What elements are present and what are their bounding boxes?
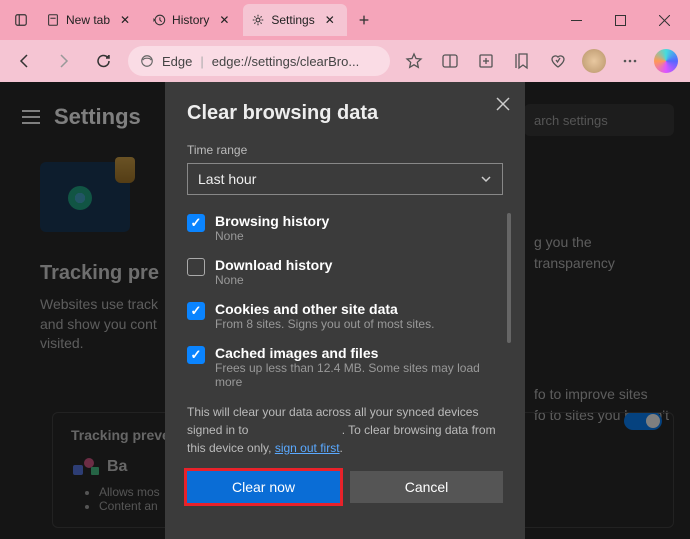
chevron-down-icon xyxy=(480,173,492,185)
copilot-button[interactable] xyxy=(650,45,682,77)
copilot-icon xyxy=(654,49,678,73)
minimize-button[interactable] xyxy=(554,4,598,36)
document-icon xyxy=(46,13,60,27)
window-close-button[interactable] xyxy=(642,4,686,36)
addressbar: Edge | edge://settings/clearBro... xyxy=(0,40,690,82)
time-range-label: Time range xyxy=(187,143,503,157)
new-tab-button[interactable] xyxy=(349,5,379,35)
time-range-select[interactable]: Last hour xyxy=(187,163,503,195)
dialog-title: Clear browsing data xyxy=(187,102,503,125)
address-input[interactable]: Edge | edge://settings/clearBro... xyxy=(128,46,390,76)
edge-icon xyxy=(140,54,154,68)
back-button[interactable] xyxy=(8,45,40,77)
checkbox-download-history[interactable] xyxy=(187,258,205,276)
tab-label: History xyxy=(172,13,209,27)
more-button[interactable] xyxy=(614,45,646,77)
check-title: Cached images and files xyxy=(215,345,503,361)
url-brand: Edge xyxy=(162,54,192,69)
tab-actions-button[interactable] xyxy=(4,4,38,36)
tab-settings[interactable]: Settings ✕ xyxy=(243,4,346,36)
forward-button[interactable] xyxy=(48,45,80,77)
favorite-button[interactable] xyxy=(398,45,430,77)
sync-notice: This will clear your data across all you… xyxy=(187,403,503,457)
checkbox-browsing-history[interactable] xyxy=(187,214,205,232)
cancel-button[interactable]: Cancel xyxy=(350,471,503,503)
check-sub: Frees up less than 12.4 MB. Some sites m… xyxy=(215,361,503,389)
tab-newtab[interactable]: New tab ✕ xyxy=(38,4,142,36)
check-sub: From 8 sites. Signs you out of most site… xyxy=(215,317,434,331)
check-title: Cookies and other site data xyxy=(215,301,434,317)
heart-button[interactable] xyxy=(542,45,574,77)
titlebar: New tab ✕ History ✕ Settings ✕ xyxy=(0,0,690,40)
tab-label: Settings xyxy=(271,13,314,27)
tab-label: New tab xyxy=(66,13,110,27)
check-title: Download history xyxy=(215,257,332,273)
sign-out-link[interactable]: sign out first xyxy=(275,441,340,455)
close-icon[interactable]: ✕ xyxy=(116,11,134,29)
check-sub: None xyxy=(215,229,329,243)
scrollbar[interactable] xyxy=(507,213,511,343)
close-icon[interactable]: ✕ xyxy=(321,11,339,29)
clear-now-button[interactable]: Clear now xyxy=(187,471,340,503)
url-text: edge://settings/clearBro... xyxy=(212,54,359,69)
refresh-button[interactable] xyxy=(88,45,120,77)
checkbox-cookies[interactable] xyxy=(187,302,205,320)
settings-page: Settings arch settings Tracking pre Webs… xyxy=(0,82,690,539)
select-value: Last hour xyxy=(198,171,256,187)
profile-button[interactable] xyxy=(578,45,610,77)
split-button[interactable] xyxy=(434,45,466,77)
check-title: Browsing history xyxy=(215,213,329,229)
maximize-button[interactable] xyxy=(598,4,642,36)
dialog-close-button[interactable] xyxy=(491,92,515,116)
clear-browsing-data-dialog: Clear browsing data Time range Last hour… xyxy=(165,82,525,539)
tab-history[interactable]: History ✕ xyxy=(144,4,241,36)
check-sub: None xyxy=(215,273,332,287)
checkbox-cached[interactable] xyxy=(187,346,205,364)
gear-icon xyxy=(251,13,265,27)
collections-button[interactable] xyxy=(470,45,502,77)
favorites-list-button[interactable] xyxy=(506,45,538,77)
close-icon[interactable]: ✕ xyxy=(215,11,233,29)
avatar xyxy=(582,49,606,73)
history-icon xyxy=(152,13,166,27)
